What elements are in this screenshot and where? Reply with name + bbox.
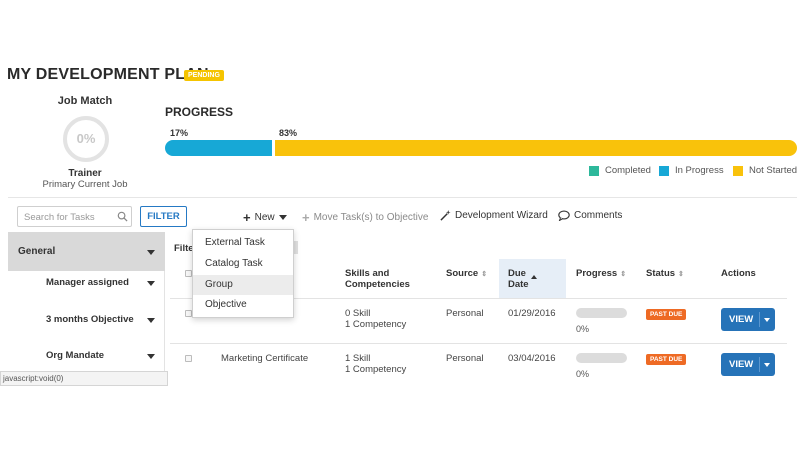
view-label: VIEW [729, 314, 754, 325]
browser-status-bar: javascript:void(0) [0, 371, 168, 386]
search-placeholder: Search for Tasks [24, 212, 95, 223]
column-header-status[interactable]: Status ⇕ [646, 268, 684, 279]
plus-icon: + [243, 210, 251, 225]
progress-bar [165, 140, 797, 156]
comment-icon [558, 210, 570, 221]
job-title[interactable]: Trainer [20, 168, 150, 179]
task-progress-bar [576, 353, 627, 363]
magic-wand-icon [440, 210, 451, 221]
chevron-down-icon[interactable] [764, 363, 770, 367]
column-header-label: Source [446, 268, 479, 279]
column-header-skills[interactable]: Skills and Competencies [345, 268, 425, 290]
task-progress-percent: 0% [576, 324, 590, 334]
legend-swatch-not-started [733, 165, 743, 176]
progress-bar-not-started [275, 140, 797, 156]
sidebar-item-manager-assigned[interactable]: Manager assigned [8, 277, 165, 288]
chevron-down-icon[interactable] [764, 318, 770, 322]
split-divider [759, 312, 760, 327]
search-icon[interactable] [117, 211, 128, 222]
source: Personal [446, 353, 484, 364]
sidebar-item-label: 3 months Objective [46, 314, 134, 325]
chevron-down-icon [278, 215, 287, 220]
view-label: VIEW [729, 359, 754, 370]
view-button[interactable]: VIEW [721, 308, 775, 331]
divider [8, 197, 797, 198]
filter-label: Filte [174, 243, 194, 254]
legend-label-not-started: Not Started [749, 165, 798, 176]
new-dropdown-menu: External Task Catalog Task Group Objecti… [192, 229, 294, 318]
sort-icon: ⇕ [620, 271, 627, 278]
chevron-down-icon[interactable] [147, 281, 155, 286]
in-progress-percent: 17% [170, 128, 189, 138]
sidebar-item-label: General [18, 246, 56, 257]
job-match-percent: 0% [76, 131, 96, 146]
source: Personal [446, 308, 484, 319]
job-match-label: Job Match [57, 95, 113, 107]
menu-item-catalog-task[interactable]: Catalog Task [193, 254, 293, 274]
legend-not-started: Not Started [733, 165, 797, 176]
development-wizard-label: Development Wizard [455, 210, 548, 221]
sort-icon: ⇕ [481, 271, 488, 278]
legend-in-progress: In Progress [659, 165, 724, 176]
new-button[interactable]: + New [243, 210, 287, 225]
not-started-percent: 83% [279, 128, 298, 138]
menu-item-group[interactable]: Group [193, 275, 293, 295]
column-header-label: Due Date [508, 268, 529, 290]
competency-count: 1 Competency [345, 364, 407, 375]
row-divider [170, 343, 787, 344]
column-header-label: Progress [576, 268, 618, 279]
row-checkbox[interactable] [185, 355, 192, 362]
objectives-sidebar: General Manager assigned 3 months Object… [8, 232, 165, 382]
column-header-progress[interactable]: Progress ⇕ [576, 268, 626, 279]
status-badge: PENDING [184, 70, 224, 81]
task-progress-percent: 0% [576, 369, 590, 379]
menu-item-objective[interactable]: Objective [193, 295, 293, 315]
select-all-checkbox[interactable] [185, 270, 192, 277]
chevron-down-icon[interactable] [147, 318, 155, 323]
legend-completed: Completed [589, 165, 651, 176]
column-header-label: Status [646, 268, 676, 279]
comments-button[interactable]: Comments [558, 210, 622, 221]
due-date: 01/29/2016 [508, 308, 556, 319]
search-input[interactable]: Search for Tasks [17, 206, 132, 227]
move-tasks-button[interactable]: + Move Task(s) to Objective [302, 210, 428, 225]
sidebar-item-label: Manager assigned [46, 277, 129, 288]
comments-label: Comments [574, 210, 623, 221]
column-header-due-date[interactable]: Due Date [508, 268, 548, 290]
sort-ascending-icon [531, 275, 537, 279]
sidebar-item-org-mandate[interactable]: Org Mandate [8, 350, 165, 361]
progress-heading: PROGRESS [165, 105, 234, 119]
legend-label-in-progress: In Progress [675, 165, 724, 176]
progress-bar-in-progress [165, 140, 272, 156]
split-divider [759, 357, 760, 372]
new-label: New [254, 212, 275, 223]
task-progress-bar [576, 308, 627, 318]
sidebar-item-label: Org Mandate [46, 350, 105, 361]
chevron-down-icon[interactable] [147, 250, 155, 255]
menu-item-external-task[interactable]: External Task [193, 233, 293, 253]
chevron-down-icon[interactable] [147, 354, 155, 359]
view-button[interactable]: VIEW [721, 353, 775, 376]
legend-swatch-completed [589, 165, 599, 176]
legend-swatch-in-progress [659, 165, 669, 176]
legend-label-completed: Completed [605, 165, 651, 176]
status-badge: PAST DUE [646, 309, 687, 320]
task-title[interactable]: Marketing Certificate [221, 353, 308, 365]
plus-icon: + [302, 210, 310, 225]
sidebar-item-3-months-objective[interactable]: 3 months Objective [8, 314, 165, 325]
page-title: MY DEVELOPMENT PLAN [7, 66, 209, 83]
move-tasks-label: Move Task(s) to Objective [313, 212, 429, 223]
development-wizard-button[interactable]: Development Wizard [440, 210, 548, 221]
sort-icon: ⇕ [678, 271, 684, 278]
job-subtitle: Primary Current Job [42, 179, 128, 190]
column-header-source[interactable]: Source ⇕ [446, 268, 487, 279]
due-date: 03/04/2016 [508, 353, 556, 364]
row-checkbox[interactable] [185, 310, 192, 317]
column-header-actions: Actions [721, 268, 756, 279]
competency-count: 1 Competency [345, 319, 407, 330]
filter-button[interactable]: FILTER [140, 206, 187, 227]
status-badge: PAST DUE [646, 354, 687, 365]
sidebar-item-general[interactable]: General [8, 232, 165, 271]
